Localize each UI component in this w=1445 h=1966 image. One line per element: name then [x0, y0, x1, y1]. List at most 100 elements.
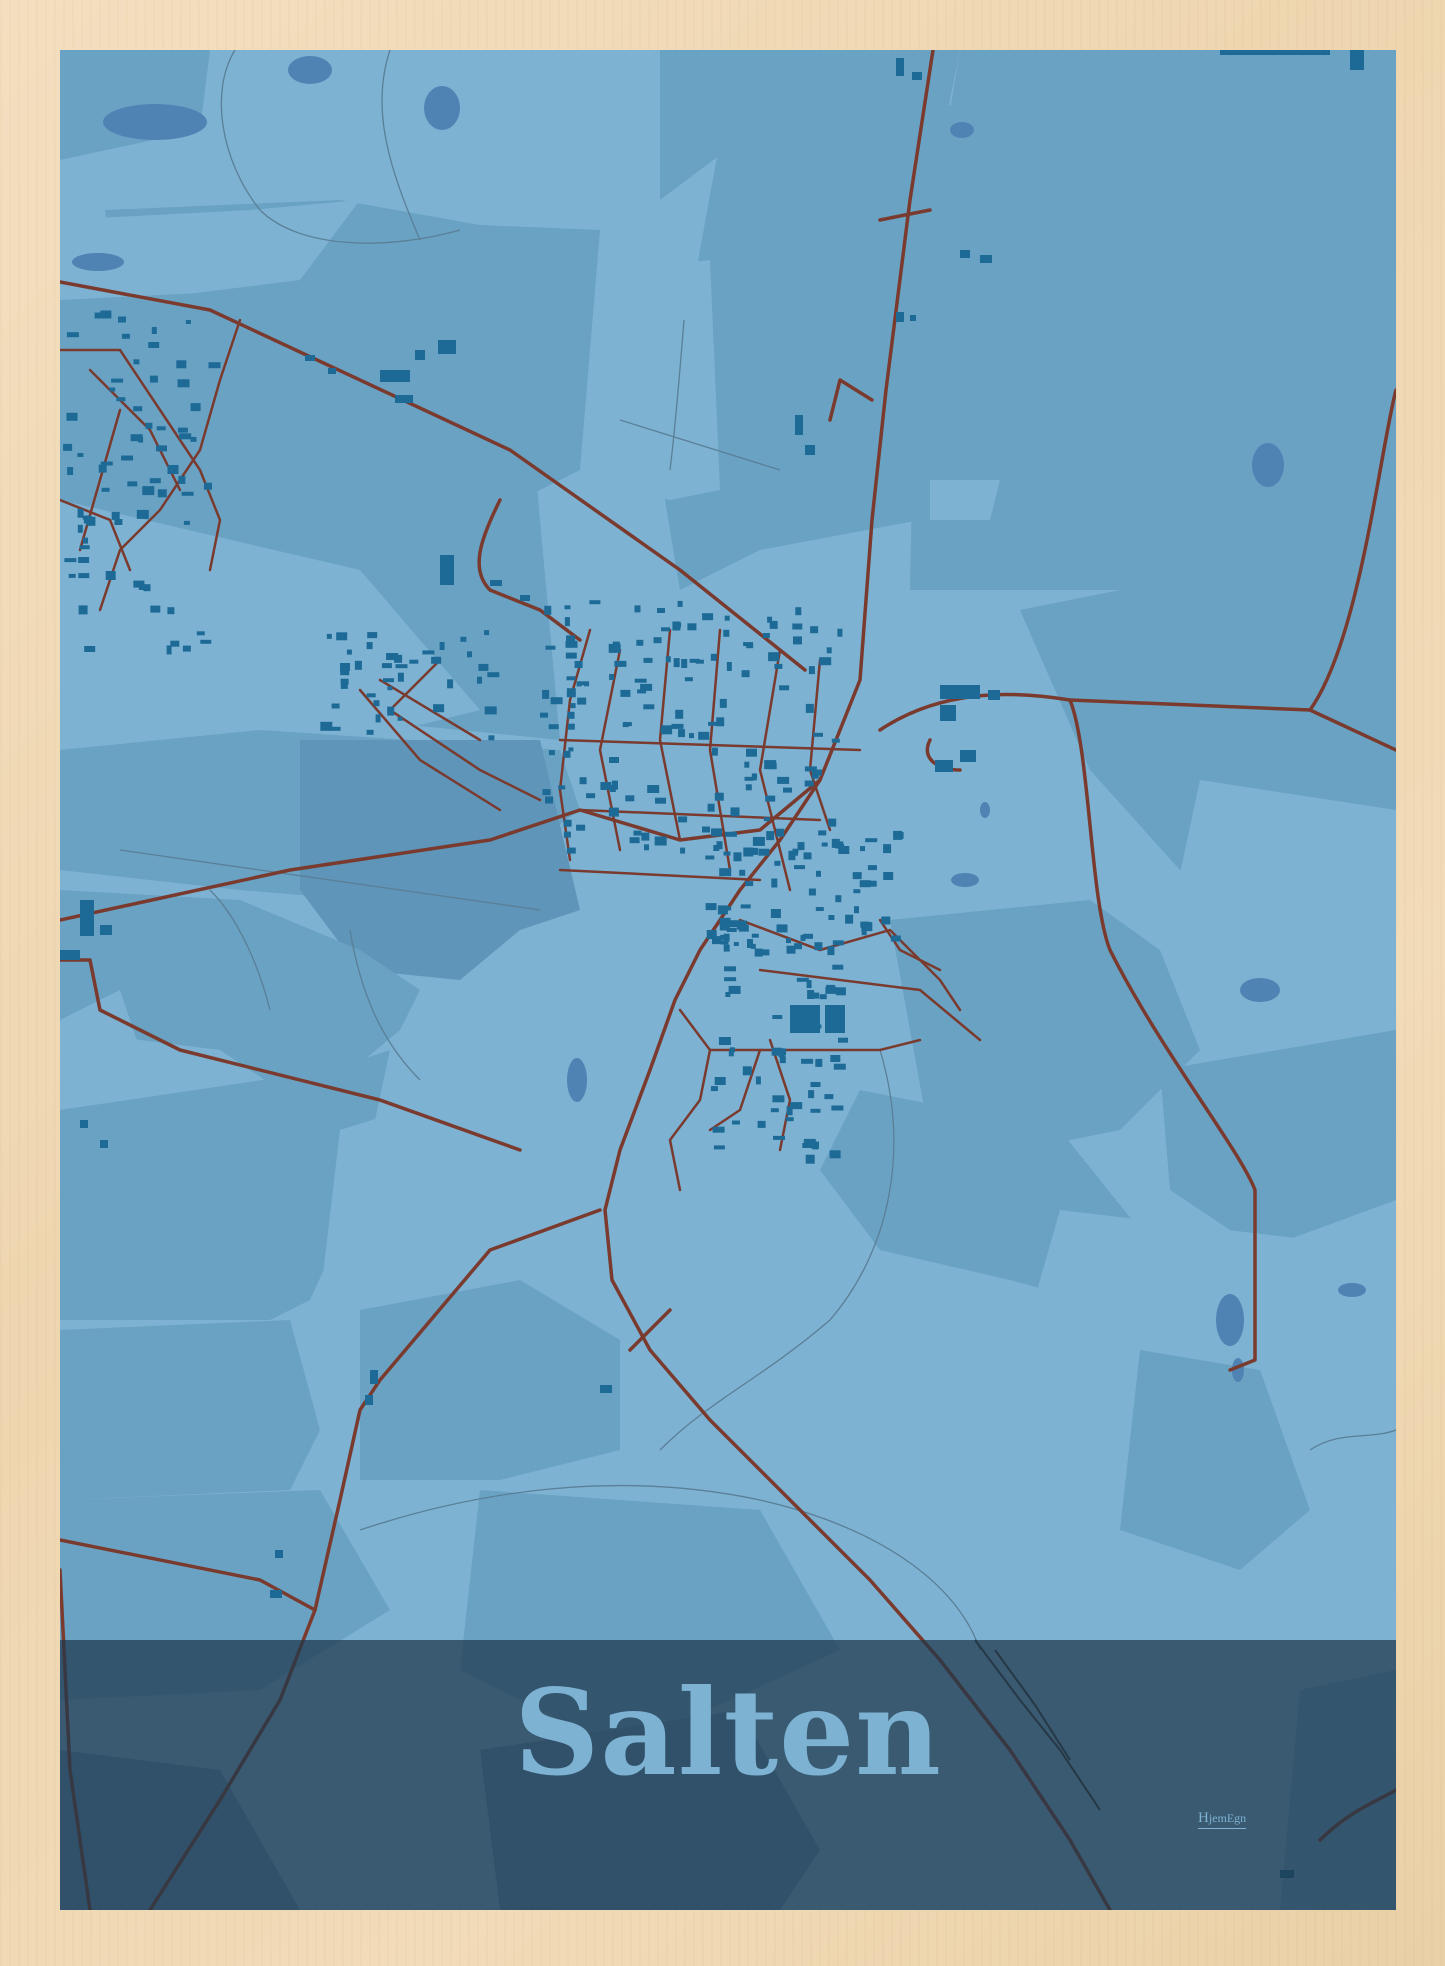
building [829, 1150, 841, 1159]
building [566, 676, 576, 681]
building [813, 732, 823, 737]
building [776, 828, 785, 837]
building [675, 709, 684, 719]
building [397, 716, 403, 721]
building [105, 571, 116, 580]
building [121, 455, 134, 461]
building [831, 838, 840, 848]
building [702, 613, 714, 621]
building [629, 837, 640, 844]
building [719, 868, 732, 877]
building [564, 617, 570, 627]
building [802, 1143, 812, 1148]
building [845, 914, 854, 924]
building [770, 909, 781, 918]
building [776, 924, 788, 933]
building [647, 785, 660, 793]
building [678, 816, 688, 823]
building [785, 1117, 794, 1122]
building [643, 704, 655, 710]
building [612, 780, 618, 790]
building [545, 645, 556, 650]
building [727, 920, 740, 928]
building [724, 977, 737, 982]
building [320, 721, 333, 731]
building [98, 464, 107, 473]
building [177, 427, 188, 433]
building [77, 524, 83, 533]
building [746, 748, 757, 757]
building [745, 784, 752, 791]
building [64, 558, 77, 563]
building [484, 630, 490, 636]
building [762, 633, 770, 638]
building [576, 824, 586, 831]
building [563, 831, 571, 838]
building [149, 478, 161, 484]
building [779, 685, 790, 691]
building [835, 895, 842, 903]
building [719, 698, 727, 708]
building [739, 869, 746, 876]
building [808, 666, 815, 675]
building [178, 475, 186, 484]
building [565, 640, 578, 648]
building [383, 678, 394, 683]
building [772, 1015, 783, 1019]
building [548, 724, 559, 730]
building [804, 766, 817, 772]
building [757, 1120, 766, 1128]
building [793, 636, 802, 645]
building [200, 639, 212, 644]
building [681, 659, 688, 668]
building [742, 1066, 752, 1076]
building [196, 631, 205, 636]
building [768, 652, 780, 662]
building [803, 933, 813, 939]
building [542, 789, 551, 796]
building [395, 664, 408, 669]
building [684, 677, 693, 682]
building [733, 852, 742, 862]
building [133, 359, 140, 365]
building [769, 620, 778, 629]
building [387, 706, 395, 716]
building [786, 945, 796, 954]
building [579, 777, 587, 785]
building [114, 519, 123, 525]
building [808, 1090, 815, 1099]
building [765, 795, 776, 802]
building [810, 626, 819, 634]
building [774, 860, 781, 866]
building [634, 605, 641, 613]
building [819, 657, 832, 666]
building [714, 792, 724, 801]
building [387, 686, 393, 691]
building [773, 1135, 785, 1140]
building [614, 660, 627, 667]
building [190, 436, 197, 442]
building [127, 481, 138, 487]
building [661, 627, 670, 632]
building [705, 855, 715, 860]
building [136, 509, 149, 519]
building [831, 738, 840, 743]
building [832, 940, 844, 946]
building [467, 651, 472, 658]
building [78, 573, 90, 579]
building [156, 426, 166, 431]
building [121, 333, 130, 339]
building [705, 903, 717, 911]
building [828, 818, 837, 827]
building [712, 1126, 725, 1133]
building [544, 605, 552, 615]
building [100, 310, 112, 319]
building [566, 847, 576, 854]
building [751, 773, 757, 781]
building [570, 703, 576, 709]
building [190, 403, 201, 412]
building [786, 938, 791, 944]
map-canvas [60, 50, 1396, 1910]
building [838, 1037, 848, 1043]
building [655, 797, 666, 804]
